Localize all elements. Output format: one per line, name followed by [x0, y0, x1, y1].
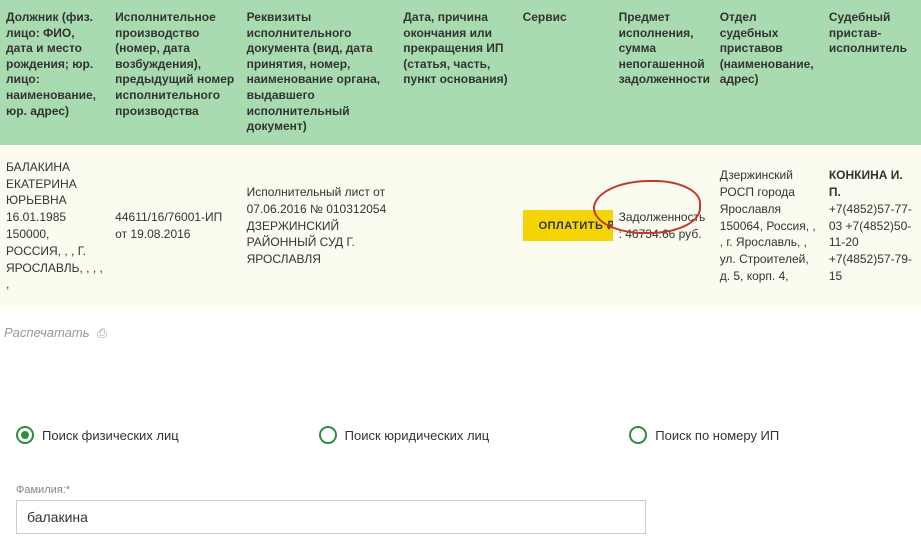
- radio-byip[interactable]: Поиск по номеру ИП: [629, 426, 779, 444]
- print-link[interactable]: Распечатать ⎙: [4, 325, 107, 341]
- header-subject: Предмет исполнения, сумма непогашенной з…: [613, 0, 714, 145]
- header-service: Сервис: [517, 0, 613, 145]
- radio-byip-label: Поиск по номеру ИП: [655, 428, 779, 443]
- header-department: Отдел судебных приставов (наименование, …: [714, 0, 823, 145]
- search-section: Поиск физических лиц Поиск юридических л…: [0, 426, 921, 534]
- surname-field-group: Фамилия:*: [16, 484, 905, 534]
- cell-subject-text: Задолженность: 46734.66 руб.: [619, 210, 706, 241]
- radio-icon: [319, 426, 337, 444]
- header-termination: Дата, причина окончания или прекращения …: [397, 0, 516, 145]
- header-debtor: Должник (физ. лицо: ФИО, дата и место ро…: [0, 0, 109, 145]
- pay-button-label: ОПЛАТИТЬ: [539, 220, 604, 232]
- surname-input[interactable]: [16, 500, 646, 534]
- cell-subject: Задолженность: 46734.66 руб.: [613, 145, 714, 307]
- cell-document: Исполнительный лист от 07.06.2016 № 0103…: [241, 145, 398, 307]
- search-type-radios: Поиск физических лиц Поиск юридических л…: [16, 426, 905, 444]
- cell-proceeding: 44611/16/76001-ИП от 19.08.2016: [109, 145, 240, 307]
- cell-bailiff: КОНКИНА И. П. +7(4852)57-77-03 +7(4852)5…: [823, 145, 921, 307]
- radio-icon-selected: [16, 426, 34, 444]
- table-header-row: Должник (физ. лицо: ФИО, дата и место ро…: [0, 0, 921, 145]
- cell-department: Дзержинский РОСП города Ярославля 150064…: [714, 145, 823, 307]
- print-icon: ⎙: [97, 326, 107, 341]
- radio-icon: [629, 426, 647, 444]
- bailiff-phones: +7(4852)57-77-03 +7(4852)50-11-20 +7(485…: [829, 202, 912, 283]
- header-document: Реквизиты исполнительного документа (вид…: [241, 0, 398, 145]
- radio-individual-label: Поиск физических лиц: [42, 428, 179, 443]
- radio-legal-label: Поиск юридических лиц: [345, 428, 490, 443]
- results-table: Должник (физ. лицо: ФИО, дата и место ро…: [0, 0, 921, 307]
- surname-label: Фамилия:*: [16, 484, 905, 496]
- header-bailiff: Судебный пристав-исполнитель: [823, 0, 921, 145]
- radio-individual[interactable]: Поиск физических лиц: [16, 426, 179, 444]
- cell-service: ОПЛАТИТЬ ₽: [517, 145, 613, 307]
- header-proceeding: Исполнительное производство (номер, дата…: [109, 0, 240, 145]
- table-row: БАЛАКИНА ЕКАТЕРИНА ЮРЬЕВНА 16.01.1985 15…: [0, 145, 921, 307]
- cell-termination: [397, 145, 516, 307]
- bailiff-name: КОНКИНА И. П.: [829, 168, 903, 199]
- cell-debtor: БАЛАКИНА ЕКАТЕРИНА ЮРЬЕВНА 16.01.1985 15…: [0, 145, 109, 307]
- print-label: Распечатать: [4, 325, 90, 340]
- radio-legal[interactable]: Поиск юридических лиц: [319, 426, 490, 444]
